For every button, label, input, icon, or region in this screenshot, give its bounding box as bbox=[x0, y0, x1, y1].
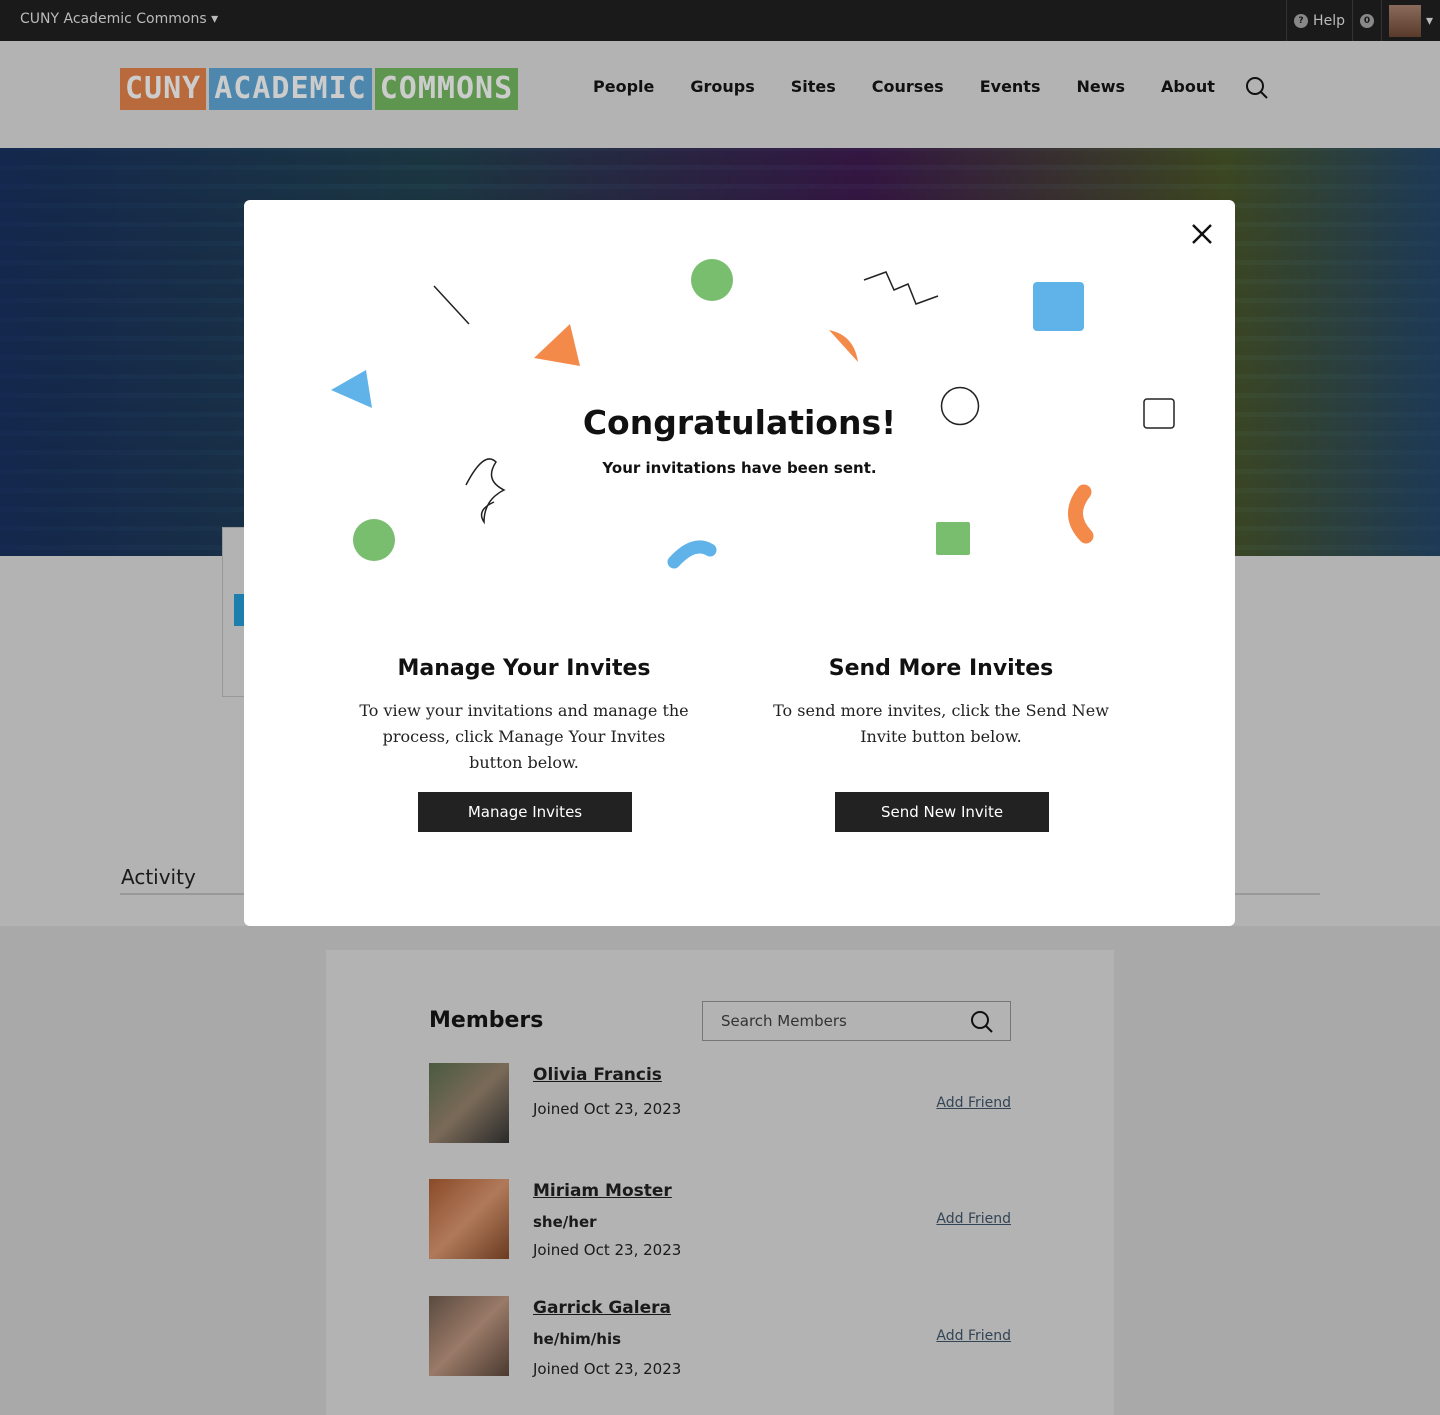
send-invites-section: Send More Invites To send more invites, … bbox=[771, 656, 1111, 750]
add-friend-button[interactable]: Add Friend bbox=[936, 1211, 1011, 1227]
manage-invites-button[interactable]: Manage Invites bbox=[418, 792, 632, 832]
add-friend-button[interactable]: Add Friend bbox=[936, 1095, 1011, 1111]
logo-part: ACADEMIC bbox=[209, 68, 372, 110]
site-name: CUNY Academic Commons bbox=[20, 11, 207, 27]
members-heading: Members bbox=[429, 1008, 544, 1033]
search-icon[interactable] bbox=[1245, 76, 1269, 100]
member-item: Olivia Francis Joined Oct 23, 2023 Add F… bbox=[429, 1063, 1011, 1143]
help-link[interactable]: ? Help bbox=[1286, 0, 1352, 41]
avatar bbox=[1388, 4, 1421, 37]
logo[interactable]: CUNY ACADEMIC COMMONS bbox=[120, 68, 519, 110]
send-new-invite-button[interactable]: Send New Invite bbox=[835, 792, 1049, 832]
search-members-input[interactable]: Search Members bbox=[702, 1001, 1011, 1041]
help-icon: ? bbox=[1294, 13, 1309, 28]
send-text: To send more invites, click the Send New… bbox=[773, 701, 1109, 746]
activity-heading[interactable]: Activity bbox=[121, 865, 196, 889]
send-heading: Send More Invites bbox=[828, 656, 1054, 681]
add-friend-button[interactable]: Add Friend bbox=[936, 1328, 1011, 1344]
member-joined: Joined Oct 23, 2023 bbox=[533, 1360, 682, 1378]
admin-bar: CUNY Academic Commons ▾ ? Help 0 ▾ bbox=[0, 0, 1440, 41]
notification-count: 0 bbox=[1359, 13, 1374, 28]
nav-groups[interactable]: Groups bbox=[690, 77, 754, 96]
member-name[interactable]: Olivia Francis bbox=[533, 1065, 662, 1085]
members-panel: Members Search Members Olivia Francis Jo… bbox=[326, 950, 1114, 1415]
manage-invites-section: Manage Your Invites To view your invitat… bbox=[354, 656, 694, 776]
nav-news[interactable]: News bbox=[1076, 77, 1125, 96]
member-joined: Joined Oct 23, 2023 bbox=[533, 1241, 682, 1259]
nav-about[interactable]: About bbox=[1161, 77, 1215, 96]
nav-events[interactable]: Events bbox=[980, 77, 1041, 96]
invitations-sent-modal: Congratulations! Your invitations have b… bbox=[244, 200, 1235, 926]
nav-courses[interactable]: Courses bbox=[872, 77, 944, 96]
notifications-button[interactable]: 0 bbox=[1351, 0, 1381, 41]
member-name[interactable]: Miriam Moster bbox=[533, 1181, 672, 1201]
nav-sites[interactable]: Sites bbox=[791, 77, 836, 96]
logo-part: COMMONS bbox=[374, 68, 519, 110]
member-name[interactable]: Garrick Galera bbox=[533, 1298, 671, 1318]
member-pronouns: she/her bbox=[533, 1213, 597, 1231]
member-pronouns: he/him/his bbox=[533, 1330, 622, 1348]
logo-part: CUNY bbox=[120, 68, 207, 110]
member-photo[interactable] bbox=[429, 1179, 509, 1259]
member-item: Miriam Moster she/her Joined Oct 23, 202… bbox=[429, 1179, 1011, 1259]
search-placeholder: Search Members bbox=[721, 1012, 847, 1030]
nav-people[interactable]: People bbox=[593, 77, 654, 96]
member-photo[interactable] bbox=[429, 1063, 509, 1143]
caret-down-icon: ▾ bbox=[211, 11, 219, 27]
member-photo[interactable] bbox=[429, 1296, 509, 1376]
member-joined: Joined Oct 23, 2023 bbox=[533, 1100, 682, 1118]
manage-text: To view your invitations and manage the … bbox=[359, 701, 689, 772]
search-icon[interactable] bbox=[970, 1010, 994, 1034]
confetti-decoration bbox=[331, 259, 1175, 569]
manage-heading: Manage Your Invites bbox=[397, 656, 651, 681]
site-header: CUNY ACADEMIC COMMONS People Groups Site… bbox=[0, 41, 1440, 148]
modal-title: Congratulations! bbox=[582, 403, 897, 442]
modal-subtitle: Your invitations have been sent. bbox=[602, 459, 877, 477]
user-menu[interactable]: ▾ bbox=[1380, 0, 1440, 41]
main-nav: People Groups Sites Courses Events News … bbox=[593, 77, 1215, 96]
help-label: Help bbox=[1313, 12, 1345, 29]
member-item: Garrick Galera he/him/his Joined Oct 23,… bbox=[429, 1296, 1011, 1378]
site-switcher[interactable]: CUNY Academic Commons ▾ bbox=[20, 11, 218, 27]
caret-down-icon: ▾ bbox=[1425, 12, 1433, 29]
